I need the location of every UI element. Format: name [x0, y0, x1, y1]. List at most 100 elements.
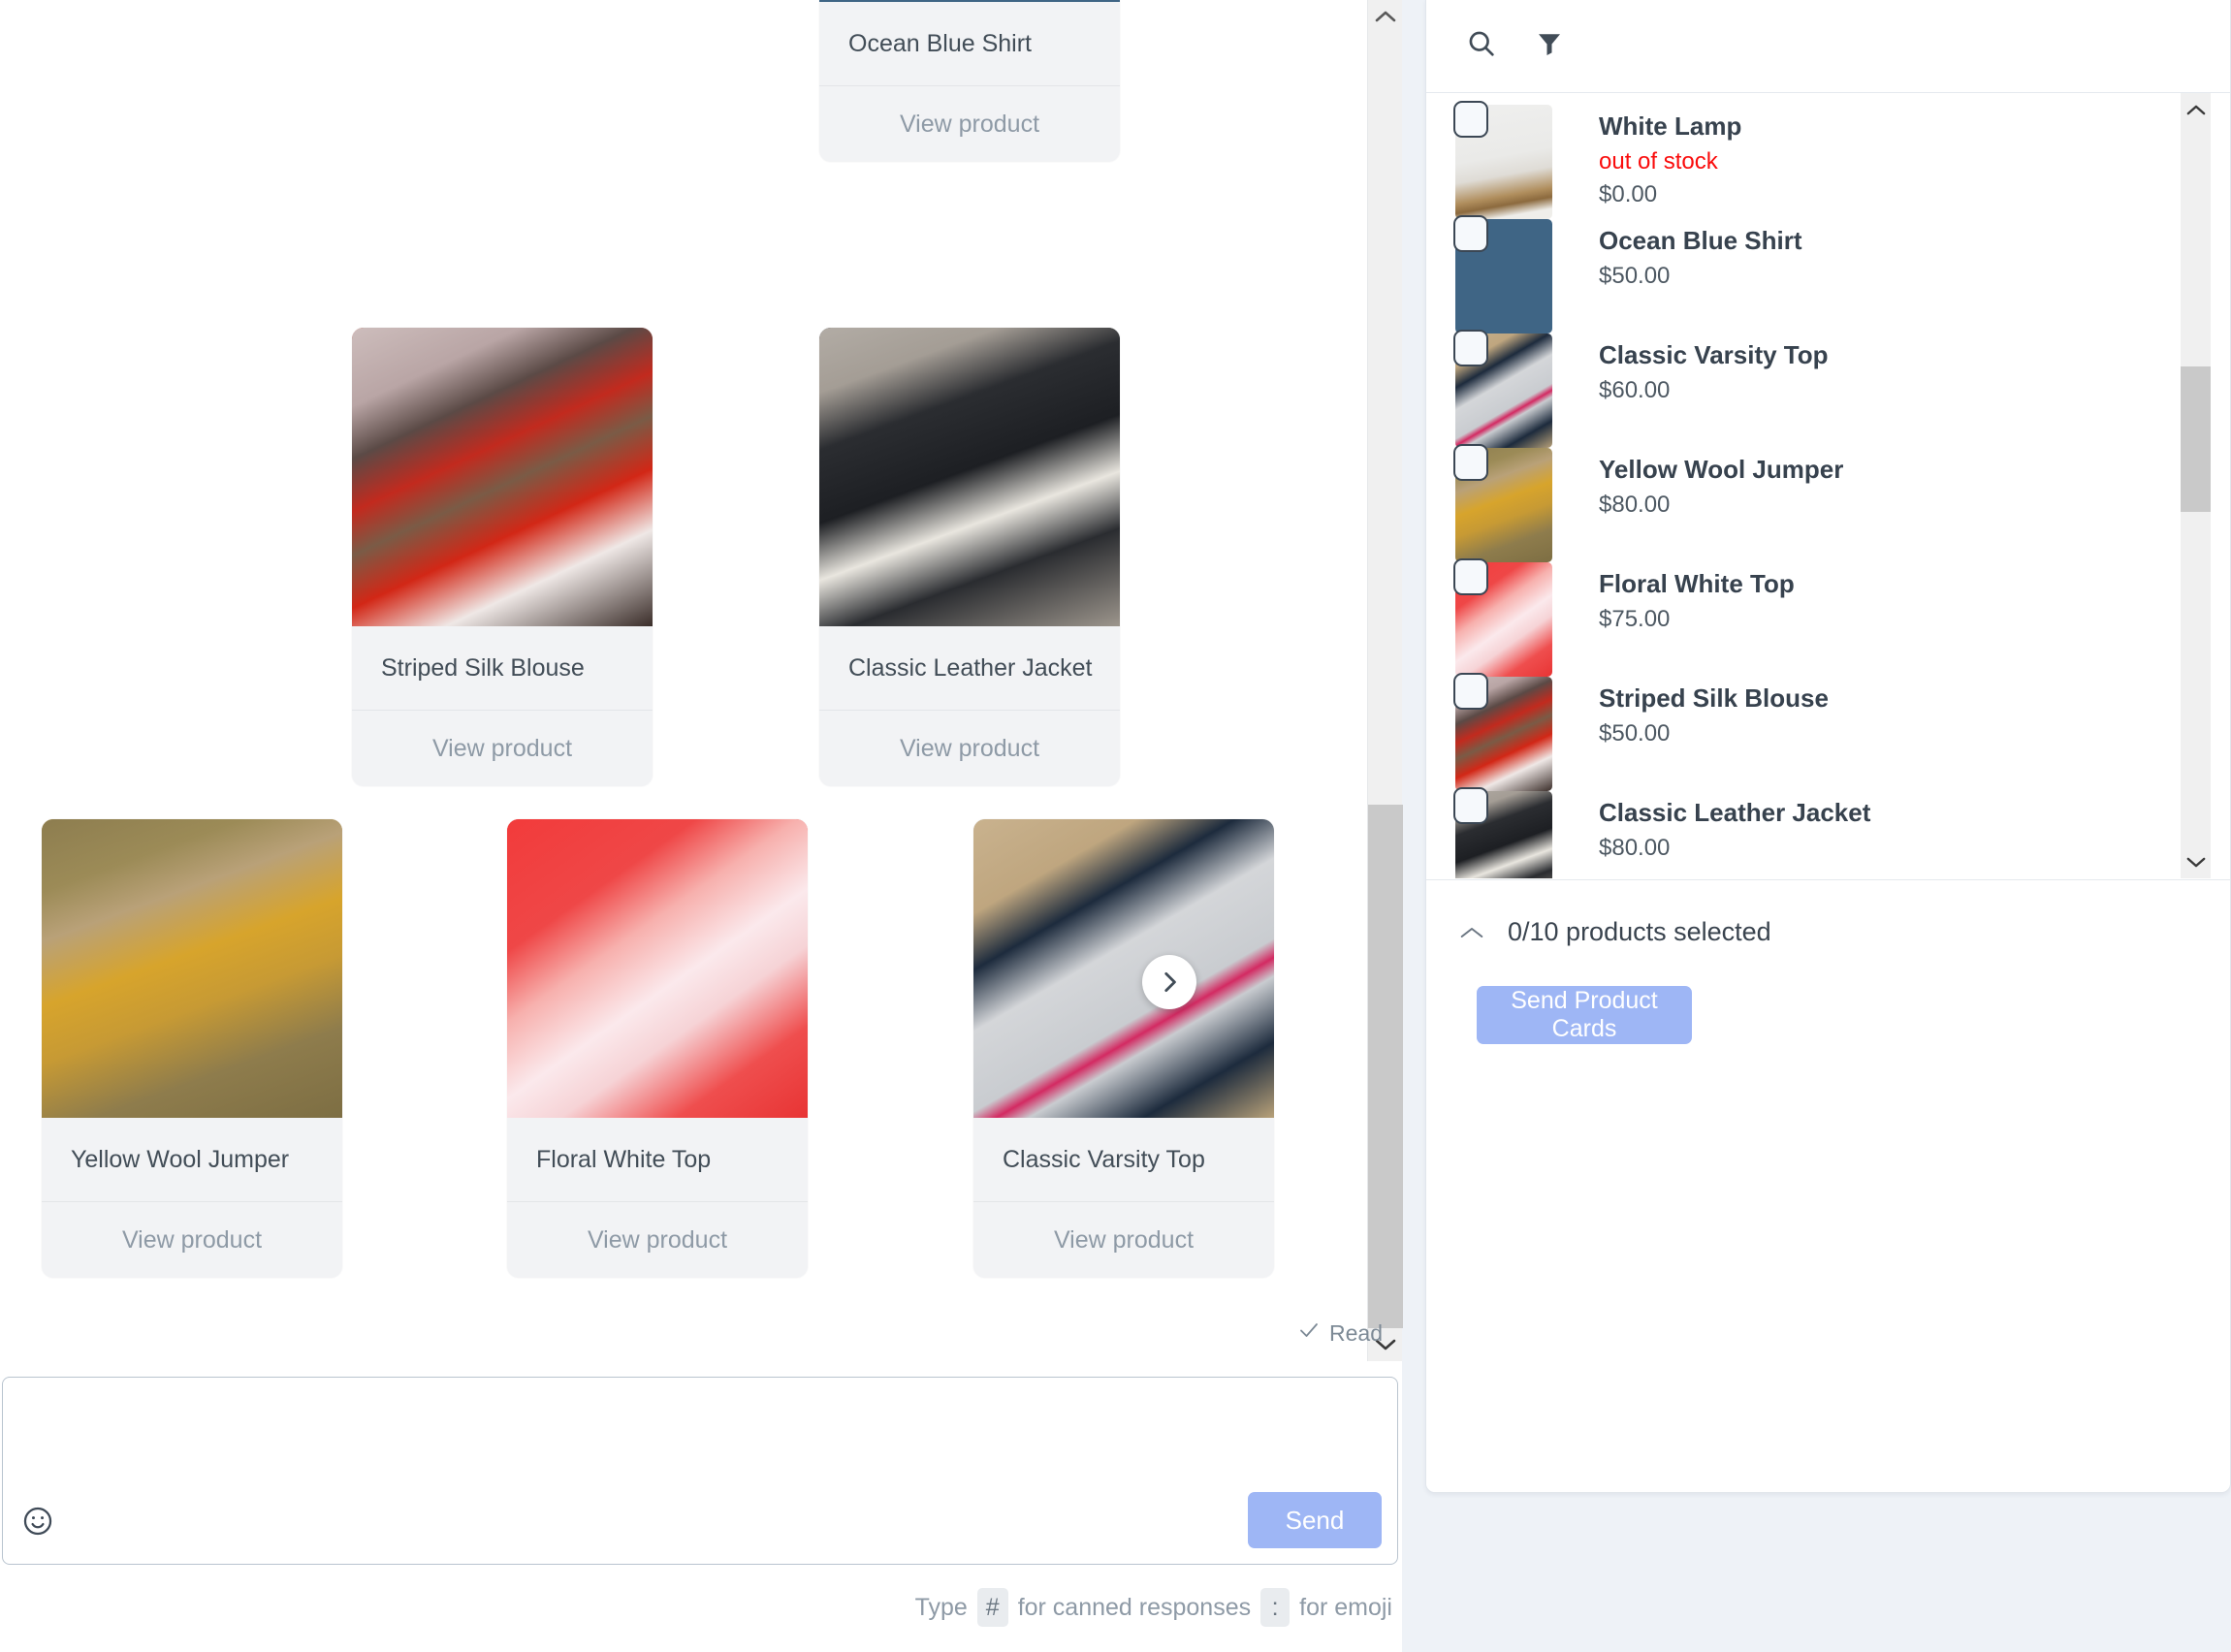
message-input[interactable] [30, 1395, 1232, 1502]
product-info: White Lamp out of stock $0.00 [1599, 105, 1741, 208]
product-thumbnail-wrap [1453, 787, 1552, 878]
product-select-checkbox[interactable] [1453, 215, 1488, 252]
filter-icon [1535, 29, 1564, 63]
product-card-title: Classic Leather Jacket [819, 626, 1120, 710]
product-thumbnail-wrap [1453, 215, 1552, 334]
hint-key-hash: # [976, 1588, 1008, 1627]
product-price: $80.00 [1599, 834, 1671, 861]
product-card[interactable]: Yellow Wool Jumper View product [42, 819, 342, 1278]
view-product-link[interactable]: View product [352, 711, 653, 786]
product-select-checkbox[interactable] [1453, 330, 1488, 366]
product-list-scrollbar-up-arrow[interactable] [2181, 93, 2211, 126]
selection-summary-row: 0/10 products selected [1426, 880, 2230, 947]
product-select-checkbox[interactable] [1453, 787, 1488, 824]
collapse-panel-button[interactable] [1457, 918, 1486, 947]
hint-prefix: Type [914, 1593, 968, 1621]
carousel-next-button[interactable] [1142, 955, 1196, 1009]
product-select-checkbox[interactable] [1453, 101, 1488, 138]
product-price: $0.00 [1599, 180, 1658, 207]
product-name: Classic Leather Jacket [1599, 798, 1871, 827]
product-stock-status: out of stock [1599, 147, 1718, 175]
product-picker-chat-screen: Ocean Blue Shirt View product Striped Silk… [0, 0, 2231, 1652]
product-list-item[interactable]: Floral White Top $75.00 [1426, 551, 2163, 677]
check-icon [1297, 1318, 1321, 1348]
product-card[interactable]: Ocean Blue Shirt View product [819, 0, 1120, 162]
product-card-title: Ocean Blue Shirt [819, 2, 1120, 85]
filter-button[interactable] [1527, 24, 1572, 69]
product-list-item[interactable]: White Lamp out of stock $0.00 [1426, 93, 2163, 219]
product-name: Classic Varsity Top [1599, 340, 1829, 369]
chat-scrollbar-up-arrow[interactable] [1368, 0, 1403, 33]
product-list-item[interactable]: Classic Leather Jacket $80.00 [1426, 779, 2163, 878]
product-price: $60.00 [1599, 376, 1671, 403]
hint-mid: for canned responses [1017, 1593, 1252, 1621]
product-name: Floral White Top [1599, 569, 1795, 598]
chat-scrollbar[interactable] [1367, 0, 1403, 1361]
product-select-checkbox[interactable] [1453, 444, 1488, 481]
product-card-title: Classic Varsity Top [973, 1118, 1274, 1201]
product-card[interactable]: Striped Silk Blouse View product [352, 328, 653, 786]
message-read-status: Read [1297, 1318, 1383, 1348]
hint-suffix: for emoji [1299, 1593, 1392, 1621]
product-thumbnail-wrap [1453, 558, 1552, 677]
product-thumbnail-wrap [1453, 673, 1552, 791]
chat-message-scroll-area[interactable]: Ocean Blue Shirt View product Striped Silk… [0, 0, 1402, 1361]
product-card[interactable]: Classic Varsity Top View product [973, 819, 1274, 1278]
product-card-carousel: Ocean Blue Shirt View product Striped Silk… [0, 0, 1402, 1361]
product-list-item[interactable]: Striped Silk Blouse $50.00 [1426, 665, 2163, 791]
send-button[interactable]: Send [1248, 1492, 1382, 1548]
product-card-title: Floral White Top [507, 1118, 808, 1201]
composer-box: Send [2, 1377, 1398, 1565]
chevron-right-icon [1157, 969, 1182, 995]
search-button[interactable] [1459, 24, 1504, 69]
product-info: Yellow Wool Jumper $80.00 [1599, 448, 1843, 519]
hint-key-colon: : [1260, 1588, 1291, 1627]
send-product-cards-button[interactable]: Send Product Cards [1477, 986, 1692, 1044]
product-info: Classic Varsity Top $60.00 [1599, 334, 1829, 404]
product-list-item[interactable]: Yellow Wool Jumper $80.00 [1426, 436, 2163, 562]
product-card[interactable]: Floral White Top View product [507, 819, 808, 1278]
search-icon [1466, 28, 1497, 64]
product-picker-panel: White Lamp out of stock $0.00 Ocean Blue Sh… [1425, 0, 2231, 1493]
view-product-link[interactable]: View product [42, 1202, 342, 1278]
product-price: $75.00 [1599, 605, 1671, 632]
product-name: Ocean Blue Shirt [1599, 226, 1802, 255]
picker-toolbar [1426, 0, 2230, 93]
product-card-image [507, 819, 808, 1118]
smiley-face-icon [21, 1505, 54, 1542]
read-status-label: Read [1329, 1319, 1383, 1346]
product-select-checkbox[interactable] [1453, 673, 1488, 710]
product-select-checkbox[interactable] [1453, 558, 1488, 595]
view-product-link[interactable]: View product [819, 86, 1120, 162]
message-composer: Send Type # for canned responses : for e… [0, 1377, 1402, 1652]
product-thumbnail-wrap [1453, 444, 1552, 562]
product-list-item[interactable]: Ocean Blue Shirt $50.00 [1426, 207, 2163, 334]
product-card-image [42, 819, 342, 1118]
product-card-image [352, 328, 653, 626]
chat-scrollbar-thumb[interactable] [1368, 805, 1403, 1328]
product-list-scrollbar[interactable] [2181, 93, 2211, 878]
product-list-item[interactable]: Classic Varsity Top $60.00 [1426, 322, 2163, 448]
product-info: Striped Silk Blouse $50.00 [1599, 677, 1829, 747]
product-card[interactable]: Classic Leather Jacket View product [819, 328, 1120, 786]
product-card-title: Yellow Wool Jumper [42, 1118, 342, 1201]
product-price: $50.00 [1599, 262, 1671, 289]
emoji-picker-button[interactable] [16, 1502, 59, 1544]
product-card-image [973, 819, 1274, 1118]
product-list-scrollbar-down-arrow[interactable] [2181, 845, 2211, 878]
product-card-title: Striped Silk Blouse [352, 626, 653, 710]
view-product-link[interactable]: View product [973, 1202, 1274, 1278]
chat-column: Ocean Blue Shirt View product Striped Silk… [0, 0, 1403, 1652]
product-info: Floral White Top $75.00 [1599, 562, 1795, 633]
product-name: White Lamp [1599, 111, 1742, 141]
product-info: Classic Leather Jacket $80.00 [1599, 791, 1870, 862]
product-thumbnail-wrap [1453, 101, 1552, 219]
product-name: Yellow Wool Jumper [1599, 455, 1844, 484]
view-product-link[interactable]: View product [819, 711, 1120, 786]
product-price: $80.00 [1599, 491, 1671, 518]
picker-footer: 0/10 products selected Send Product Card… [1426, 879, 2230, 1492]
view-product-link[interactable]: View product [507, 1202, 808, 1278]
product-price: $50.00 [1599, 719, 1671, 747]
product-list-scrollbar-thumb[interactable] [2181, 366, 2211, 512]
product-thumbnail-wrap [1453, 330, 1552, 448]
